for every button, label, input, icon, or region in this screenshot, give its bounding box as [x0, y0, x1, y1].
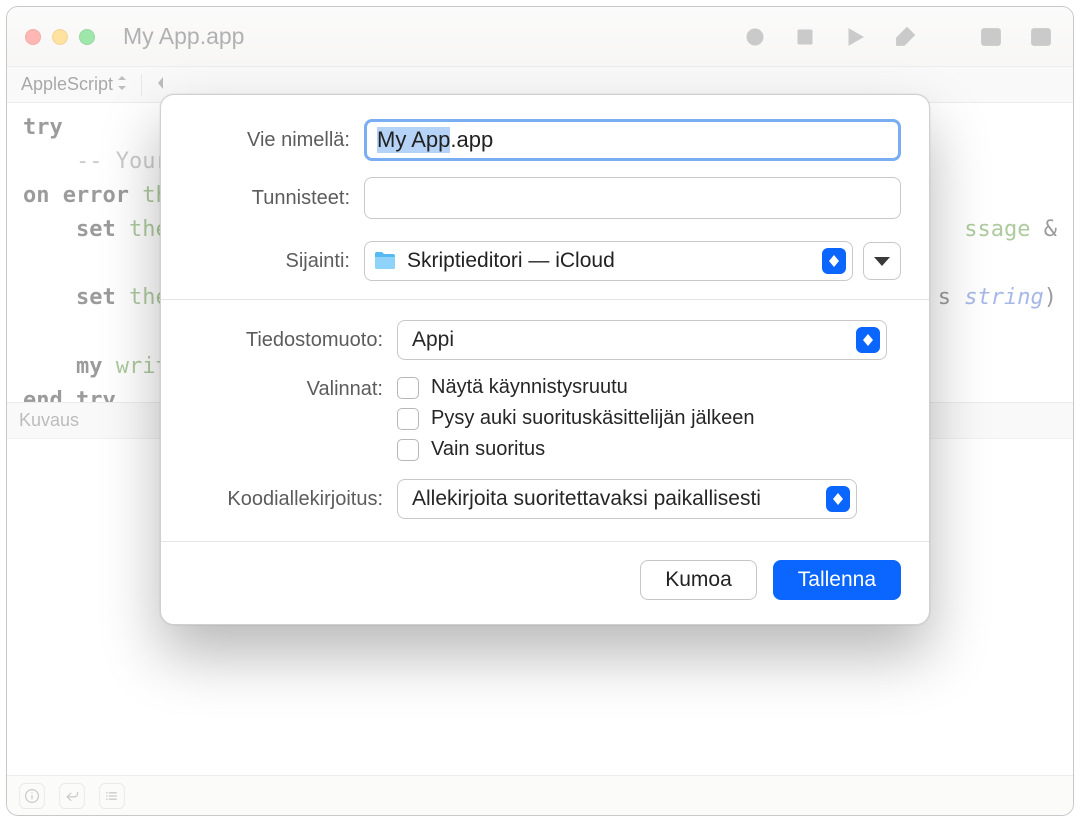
code-comment: -- Your: [76, 149, 169, 174]
toolbar: [741, 23, 1055, 51]
titlebar: My App.app: [7, 7, 1073, 67]
code-text: s: [938, 285, 965, 310]
filename-selection: My App: [377, 127, 450, 153]
build-icon[interactable]: [891, 23, 919, 51]
status-bar: [7, 775, 1073, 815]
codesign-value: Allekirjoita suoritettavaksi paikallises…: [412, 487, 826, 511]
show-startup-checkbox[interactable]: [397, 377, 419, 399]
save-button[interactable]: Tallenna: [773, 560, 901, 600]
save-as-label: Vie nimellä:: [189, 129, 364, 152]
code-keyword: set: [76, 217, 116, 242]
panel-right-icon[interactable]: [1027, 23, 1055, 51]
file-format-label: Tiedostomuoto:: [189, 329, 397, 352]
stop-icon[interactable]: [791, 23, 819, 51]
tags-input[interactable]: [364, 177, 901, 219]
run-only-label: Vain suoritus: [431, 438, 545, 461]
options-label: Valinnat:: [189, 376, 397, 401]
folder-icon: [373, 251, 397, 271]
code-keyword: on error: [23, 183, 129, 208]
run-only-checkbox[interactable]: [397, 439, 419, 461]
list-button[interactable]: [99, 783, 125, 809]
reply-button[interactable]: [59, 783, 85, 809]
location-label: Sijainti:: [189, 250, 364, 273]
location-select[interactable]: Skriptieditori — iCloud: [364, 241, 853, 281]
codesign-label: Koodiallekirjoitus:: [189, 488, 397, 511]
language-label: AppleScript: [21, 74, 113, 95]
file-format-value: Appi: [412, 328, 856, 352]
language-selector[interactable]: AppleScript: [15, 74, 133, 95]
expand-location-button[interactable]: [863, 242, 901, 280]
code-keyword: end try: [23, 388, 116, 403]
code-keyword: try: [23, 115, 63, 140]
play-icon[interactable]: [841, 23, 869, 51]
chevron-left-icon: [156, 74, 166, 95]
separator: [141, 74, 142, 96]
filename-ext: .app: [450, 127, 493, 153]
select-stepper-icon: [822, 248, 846, 274]
minimize-window-icon[interactable]: [52, 29, 68, 45]
close-window-icon[interactable]: [25, 29, 41, 45]
save-as-input[interactable]: My App.app: [364, 119, 901, 161]
stay-open-checkbox[interactable]: [397, 408, 419, 430]
code-text: &: [1031, 217, 1058, 242]
zoom-window-icon[interactable]: [79, 29, 95, 45]
nav-back[interactable]: [150, 74, 172, 95]
select-stepper-icon: [826, 486, 850, 512]
cancel-button[interactable]: Kumoa: [640, 560, 757, 600]
record-icon[interactable]: [741, 23, 769, 51]
code-var: writ: [102, 354, 168, 379]
code-keyword: my: [76, 354, 103, 379]
code-type: string: [964, 285, 1043, 310]
show-startup-label: Näytä käynnistysruutu: [431, 376, 628, 399]
code-var: ssage: [964, 217, 1030, 242]
window-title: My App.app: [123, 23, 244, 50]
codesign-select[interactable]: Allekirjoita suoritettavaksi paikallises…: [397, 479, 857, 519]
chevron-updown-icon: [117, 74, 127, 95]
description-label: Kuvaus: [19, 410, 79, 431]
window-controls: [25, 29, 95, 45]
info-button[interactable]: [19, 783, 45, 809]
location-value: Skriptieditori — iCloud: [407, 249, 812, 273]
tags-label: Tunnisteet:: [189, 187, 364, 210]
code-text: ): [1044, 285, 1057, 310]
stay-open-label: Pysy auki suorituskäsittelijän jälkeen: [431, 407, 755, 430]
panel-bottom-icon[interactable]: [977, 23, 1005, 51]
code-keyword: set: [76, 285, 116, 310]
select-stepper-icon: [856, 327, 880, 353]
export-sheet: Vie nimellä: My App.app Tunnisteet: Sija…: [160, 94, 930, 625]
file-format-select[interactable]: Appi: [397, 320, 887, 360]
